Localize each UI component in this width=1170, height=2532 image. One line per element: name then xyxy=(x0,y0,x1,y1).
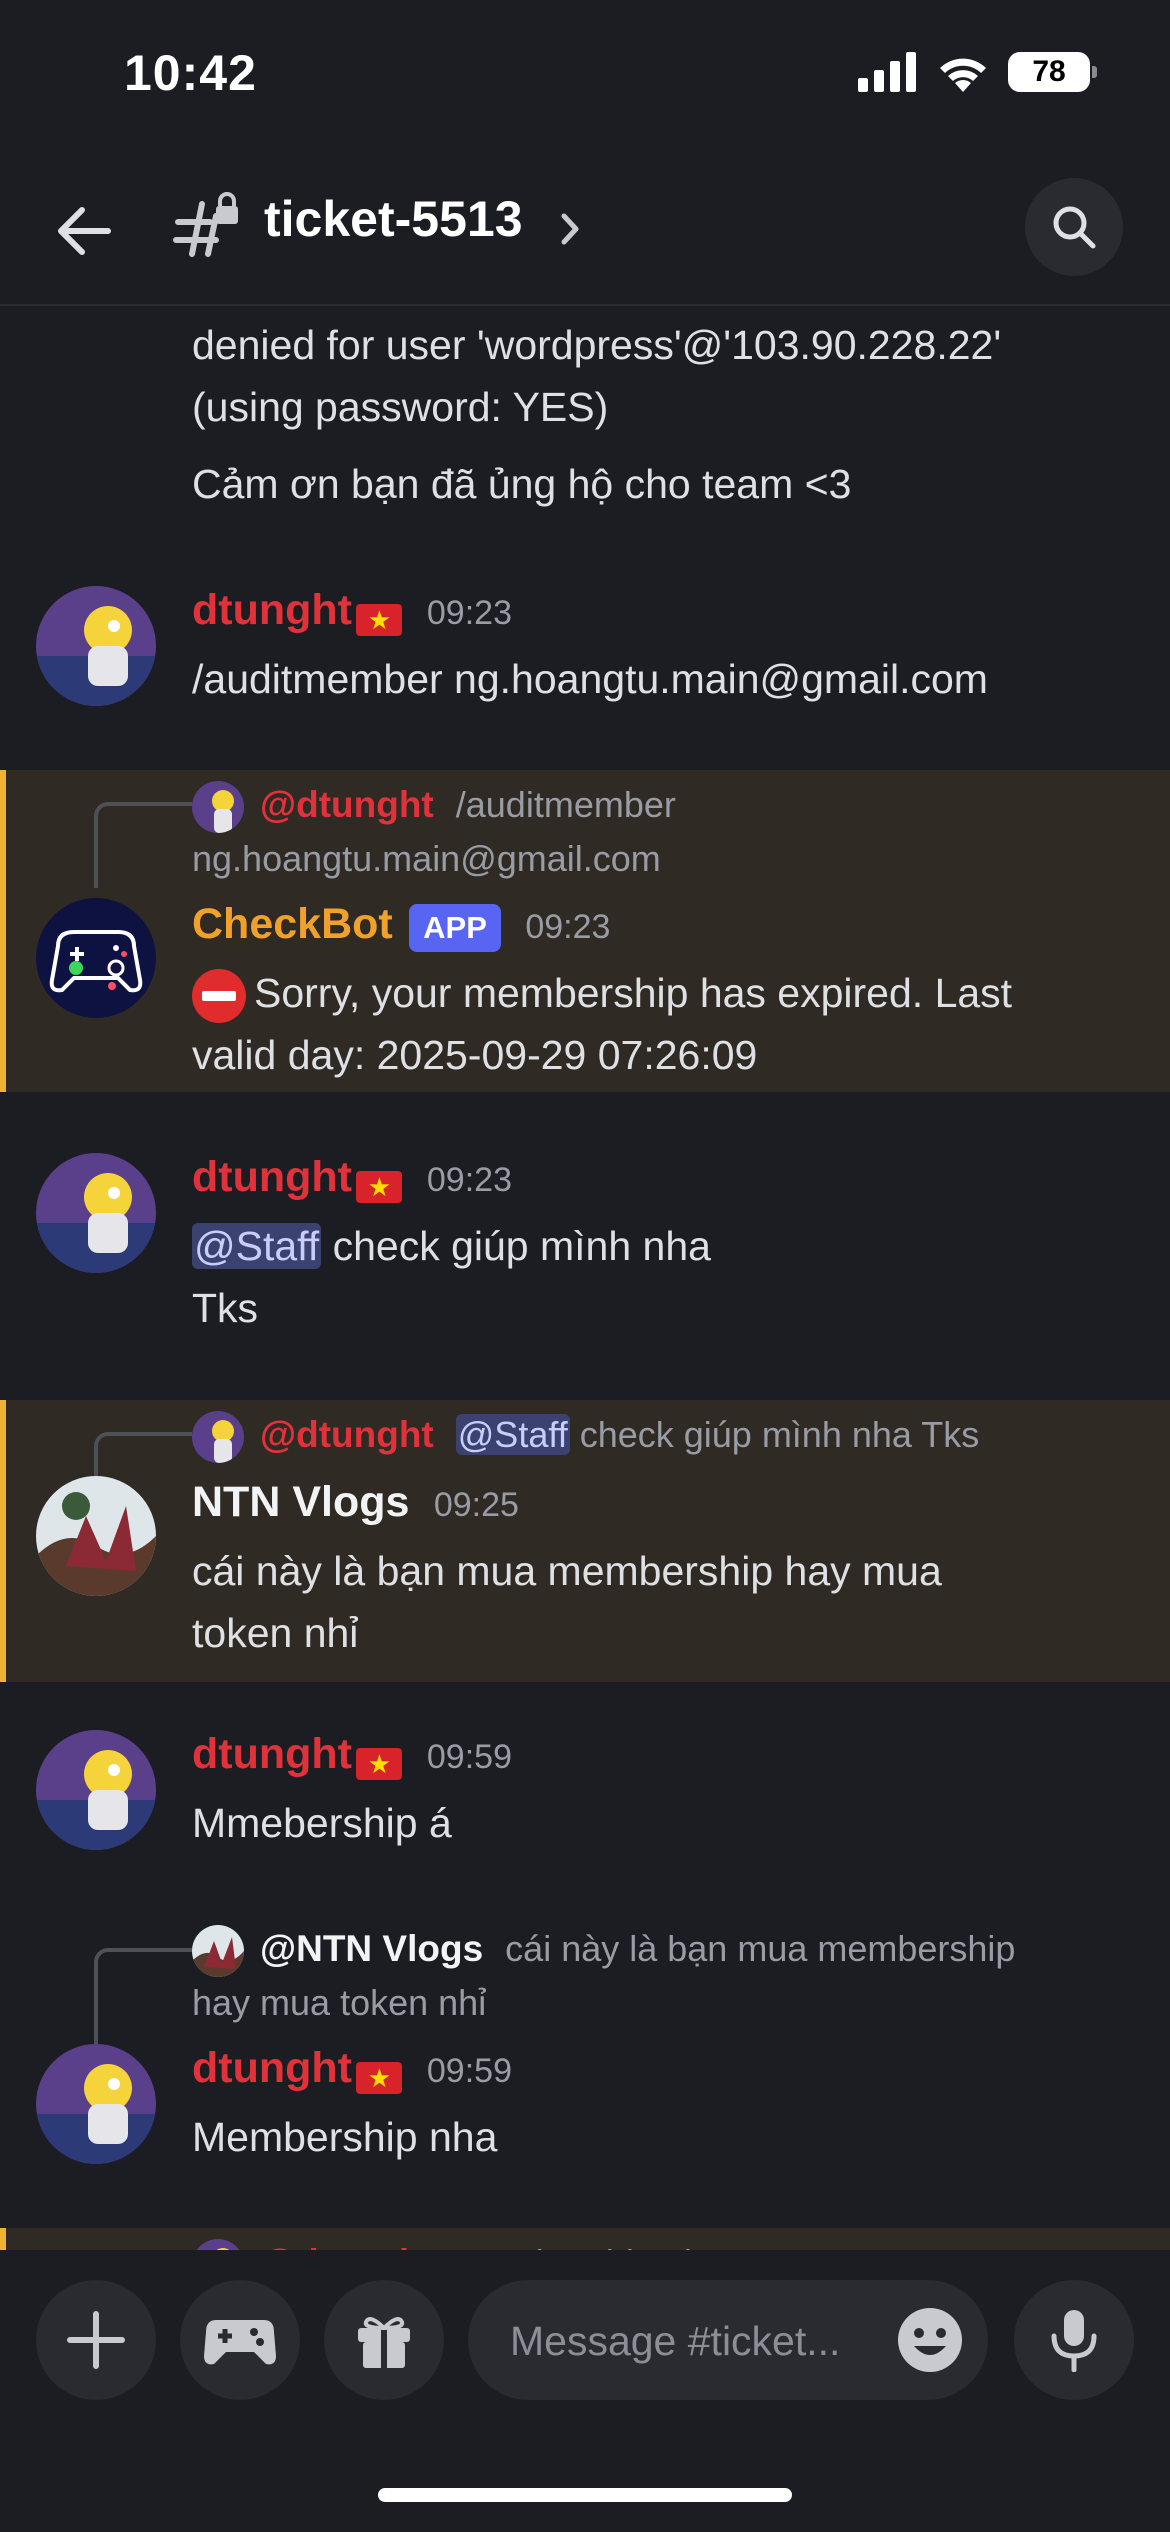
message-list[interactable]: denied for user 'wordpress'@'103.90.228.… xyxy=(0,308,1170,2250)
reply-text: cái này là bạn mua membership xyxy=(505,1928,1016,1969)
gift-icon xyxy=(358,2317,410,2368)
vietnam-flag-icon: ★ xyxy=(356,2061,403,2094)
reply-text: ng.hoangtu.main@gmail.com xyxy=(192,838,661,879)
mini-avatar xyxy=(192,1925,244,1978)
message-text-row: Sorry, your membership has expired. Last xyxy=(192,962,1012,1025)
avatar[interactable] xyxy=(36,1730,156,1850)
mini-avatar xyxy=(192,781,244,834)
search-icon xyxy=(1053,206,1096,249)
reply-connector xyxy=(94,1432,192,1476)
username[interactable]: CheckBot xyxy=(192,900,393,948)
message-meta: dtunght ★ 09:23 xyxy=(192,1153,512,1203)
reply-text: hay mua token nhỉ xyxy=(192,1982,487,2023)
mini-avatar xyxy=(192,1411,244,1464)
username[interactable]: dtunght xyxy=(192,586,352,634)
channel-name[interactable]: ticket-5513 xyxy=(264,190,523,248)
message-meta: dtunght ★ 09:23 xyxy=(192,586,512,636)
reply-preview[interactable]: @dtunght /auditmember xyxy=(192,778,676,834)
emoji-icon[interactable] xyxy=(896,2306,964,2374)
username[interactable]: dtunght xyxy=(192,1730,352,1778)
timestamp: 09:25 xyxy=(433,1486,519,1524)
reply-connector xyxy=(94,1948,192,2044)
message-text: (using password: YES) xyxy=(192,384,609,430)
reply-connector xyxy=(94,802,192,888)
chevron-right-icon[interactable] xyxy=(556,204,586,254)
message-input-placeholder: Message #ticket... xyxy=(510,2318,841,2364)
staff-mention[interactable]: @Staff xyxy=(455,1414,570,1455)
gamepad-avatar-icon xyxy=(36,898,156,1018)
message-text: check giúp mình nha xyxy=(321,1223,711,1269)
avatar-image xyxy=(36,1730,156,1850)
search-button[interactable] xyxy=(1025,178,1123,276)
message-input[interactable]: Message #ticket... xyxy=(468,2280,988,2400)
username[interactable]: dtunght xyxy=(192,1153,352,1201)
message-text: cái này là bạn mua membership hay mua xyxy=(192,1548,942,1594)
timestamp: 09:23 xyxy=(426,1161,512,1199)
message-meta: NTN Vlogs 09:25 xyxy=(192,1478,519,1527)
message-text: Mmebership á xyxy=(192,1800,452,1846)
back-arrow-icon[interactable] xyxy=(50,196,120,266)
microphone-icon xyxy=(1051,2310,1097,2372)
message-meta: CheckBot APP 09:23 xyxy=(192,900,610,952)
staff-mention[interactable]: @Staff xyxy=(192,1223,322,1269)
message-text: valid day: 2025-09-29 07:26:09 xyxy=(192,1032,758,1078)
gift-button[interactable] xyxy=(324,2280,444,2400)
message-meta: dtunght ★ 09:59 xyxy=(192,2044,512,2094)
message-text: Tks xyxy=(192,1285,259,1331)
avatar-image xyxy=(36,2044,156,2164)
battery-indicator: 78 xyxy=(1008,52,1097,92)
status-bar: 10:42 78 xyxy=(0,0,1170,150)
avatar[interactable] xyxy=(36,1153,156,1273)
timestamp: 09:59 xyxy=(426,1738,512,1776)
message-meta: dtunght ★ 09:59 xyxy=(192,1730,512,1780)
avatar-image xyxy=(36,1153,156,1273)
avatar-image xyxy=(36,586,156,706)
message-text: Membership nha xyxy=(192,2114,498,2160)
timestamp: 09:23 xyxy=(426,594,512,632)
vietnam-flag-icon: ★ xyxy=(356,603,403,636)
reply-preview[interactable]: @NTN Vlogs cái này là bạn mua membership xyxy=(192,1922,1016,1978)
bot-avatar[interactable] xyxy=(36,898,156,1018)
voice-message-button[interactable] xyxy=(1014,2280,1134,2400)
app-badge: APP xyxy=(409,904,501,952)
timestamp: 09:59 xyxy=(426,2052,512,2090)
reply-preview[interactable]: @dtunght Membership nha xyxy=(192,2236,724,2250)
vietnam-flag-icon: ★ xyxy=(356,1747,403,1780)
message-text: Sorry, your membership has expired. Last xyxy=(254,970,1013,1016)
reply-text: Membership nha xyxy=(456,2242,724,2250)
avatar-image xyxy=(36,1476,156,1596)
reply-author[interactable]: @dtunght xyxy=(260,1414,434,1455)
reply-text: check giúp mình nha Tks xyxy=(569,1414,980,1455)
reply-author[interactable]: @dtunght xyxy=(260,2242,434,2250)
message-text: /auditmember ng.hoangtu.main@gmail.com xyxy=(192,656,988,702)
reply-author[interactable]: @NTN Vlogs xyxy=(260,1928,483,1969)
gamepad-icon xyxy=(204,2320,276,2365)
no-entry-icon xyxy=(192,969,246,1024)
channel-header: ticket-5513 xyxy=(0,150,1170,306)
avatar[interactable] xyxy=(36,586,156,706)
message-text: denied for user 'wordpress'@'103.90.228.… xyxy=(192,322,1002,368)
activities-button[interactable] xyxy=(180,2280,300,2400)
home-indicator[interactable] xyxy=(378,2488,792,2502)
username[interactable]: NTN Vlogs xyxy=(192,1478,409,1526)
message-text: Cảm ơn bạn đã ủng hộ cho team <3 xyxy=(192,461,852,507)
add-attachment-button[interactable] xyxy=(36,2280,156,2400)
status-time: 10:42 xyxy=(124,45,257,101)
timestamp: 09:23 xyxy=(525,908,611,946)
reply-preview[interactable]: @dtunght @Staff check giúp mình nha Tks xyxy=(192,1408,980,1464)
reply-text: /auditmember xyxy=(455,784,676,825)
plus-icon xyxy=(67,2311,125,2369)
reply-author[interactable]: @dtunght xyxy=(260,784,434,825)
avatar[interactable] xyxy=(36,2044,156,2164)
username[interactable]: dtunght xyxy=(192,2044,352,2092)
message-text-row: @Staff check giúp mình nha xyxy=(192,1215,711,1278)
mini-avatar xyxy=(192,2239,244,2250)
signal-icon xyxy=(858,52,916,92)
wifi-icon xyxy=(940,58,986,92)
avatar[interactable] xyxy=(36,1476,156,1596)
private-channel-icon xyxy=(173,192,238,257)
vietnam-flag-icon: ★ xyxy=(356,1170,403,1203)
message-text: token nhỉ xyxy=(192,1610,359,1656)
status-icons: 78 xyxy=(858,52,1097,92)
